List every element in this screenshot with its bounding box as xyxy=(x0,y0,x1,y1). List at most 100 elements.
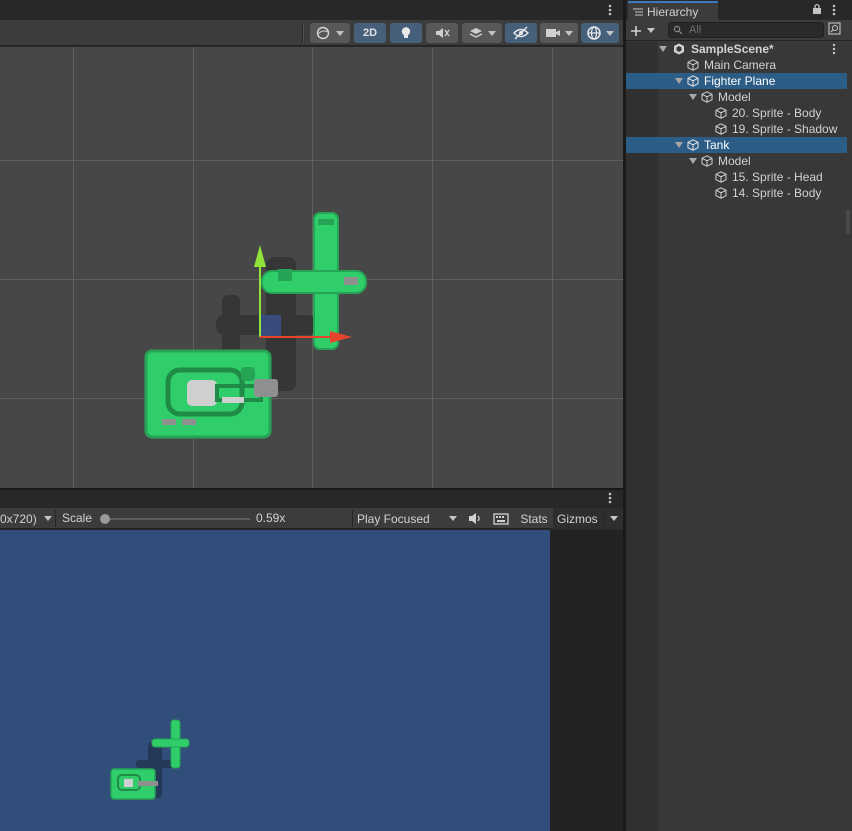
draw-mode-dropdown[interactable] xyxy=(310,23,350,43)
resolution-dropdown[interactable]: 0x720) xyxy=(0,508,54,529)
layers-icon xyxy=(469,28,483,38)
mute-audio-toggle[interactable] xyxy=(466,510,486,527)
gameobject-cube-icon xyxy=(687,59,699,71)
scale-slider[interactable] xyxy=(100,513,250,525)
play-mode-dropdown[interactable]: Play Focused xyxy=(353,508,463,529)
scene-toolbar: 2D xyxy=(0,20,623,46)
stats-toggle[interactable]: Stats xyxy=(516,508,552,529)
stats-label: Stats xyxy=(520,511,548,526)
scene-more-icon[interactable] xyxy=(831,43,837,55)
search-placeholder: All xyxy=(689,24,702,36)
scene-canvas[interactable] xyxy=(0,47,623,488)
chevron-down-icon xyxy=(647,28,655,33)
scale-label: Scale xyxy=(62,511,93,525)
game-render-view[interactable] xyxy=(0,530,550,831)
scene-viewport[interactable] xyxy=(0,47,623,488)
tank-sprite xyxy=(144,349,278,439)
chevron-down-icon xyxy=(488,30,496,36)
tree-item-label: 14. Sprite - Body xyxy=(732,186,822,200)
gameobject-cube-icon xyxy=(701,155,713,167)
tree-item-label: 15. Sprite - Head xyxy=(732,170,823,184)
scene-audio-toggle[interactable] xyxy=(426,23,458,43)
create-dropdown[interactable] xyxy=(630,22,660,39)
tree-item-label: SampleScene* xyxy=(691,42,774,56)
mode-2d-toggle[interactable]: 2D xyxy=(354,23,386,43)
hierarchy-toolbar: All xyxy=(626,20,852,41)
scene-grid xyxy=(0,47,623,488)
shortcuts-toggle[interactable] xyxy=(492,510,512,527)
tree-item-label: 19. Sprite - Shadow xyxy=(732,122,838,136)
scale-slider-thumb[interactable] xyxy=(100,514,110,524)
tree-item-label: 20. Sprite - Body xyxy=(732,106,822,120)
hierarchy-scrollbar[interactable] xyxy=(846,210,850,234)
toolbar-separator xyxy=(55,510,56,527)
gameobject-cube-icon xyxy=(715,123,727,135)
tree-item-sprite-body[interactable]: 14. Sprite - Body xyxy=(626,185,847,201)
gameobject-cube-icon xyxy=(715,187,727,199)
gizmos-label: Gizmos xyxy=(557,511,598,526)
unity-scene-icon xyxy=(674,43,684,55)
scene-tab-bar xyxy=(0,0,623,20)
tree-item-label: Model xyxy=(718,154,751,168)
search-by-type-button[interactable] xyxy=(828,22,842,38)
game-toolbar: 0x720) Scale 0.59x Play Focused Stats Gi… xyxy=(0,508,623,529)
gameobject-cube-icon xyxy=(701,91,713,103)
game-view-letterbox xyxy=(550,530,623,831)
eye-hidden-icon xyxy=(513,26,529,40)
hierarchy-search-field[interactable]: All xyxy=(668,22,824,38)
scene-visibility-toggle[interactable] xyxy=(505,23,537,43)
gameobject-cube-icon xyxy=(687,139,699,151)
chevron-down-icon xyxy=(610,516,618,521)
hierarchy-tab[interactable]: Hierarchy xyxy=(628,1,718,21)
scale-slider-track xyxy=(100,518,250,520)
scene-more-menu-icon[interactable] xyxy=(606,3,614,17)
fold-arrow-icon[interactable] xyxy=(689,94,697,100)
mode-2d-label: 2D xyxy=(362,27,378,39)
chevron-down-icon xyxy=(606,30,614,36)
scene-view-panel: 2D xyxy=(0,0,623,488)
shading-sphere-icon xyxy=(316,26,330,40)
scale-value: 0.59x xyxy=(256,511,286,525)
tree-item-fighter-plane[interactable]: Fighter Plane xyxy=(626,73,847,89)
tree-item-label: Fighter Plane xyxy=(704,74,776,88)
tree-item-tank[interactable]: Tank xyxy=(626,137,847,153)
fold-arrow-icon[interactable] xyxy=(675,142,683,148)
list-icon xyxy=(633,8,643,16)
tree-item-sprite-head[interactable]: 15. Sprite - Head xyxy=(626,169,847,185)
tree-item-sprite-body[interactable]: 20. Sprite - Body xyxy=(626,105,847,121)
game-more-menu-icon[interactable] xyxy=(606,491,614,505)
game-view-panel: 0x720) Scale 0.59x Play Focused Stats Gi… xyxy=(0,490,623,831)
tree-item-label: Tank xyxy=(704,138,730,152)
scene-effects-dropdown[interactable] xyxy=(462,23,502,43)
gizmo-globe-icon xyxy=(587,26,601,40)
scene-gizmos-dropdown[interactable] xyxy=(581,23,619,43)
hierarchy-more-menu-icon[interactable] xyxy=(830,3,838,17)
game-tank-sprite xyxy=(110,768,158,800)
keyboard-icon xyxy=(493,513,509,525)
scene-lighting-toggle[interactable] xyxy=(390,23,422,43)
fold-arrow-icon[interactable] xyxy=(689,158,697,164)
tree-item-scene[interactable]: SampleScene* xyxy=(626,41,847,57)
gizmos-dropdown[interactable]: Gizmos xyxy=(553,508,623,529)
gameobject-cube-icon xyxy=(715,171,727,183)
scene-camera-dropdown[interactable] xyxy=(540,23,578,43)
lock-icon[interactable] xyxy=(812,3,822,15)
plus-icon xyxy=(631,25,641,36)
game-canvas xyxy=(110,719,190,800)
toolbar-separator xyxy=(302,24,304,42)
chevron-down-icon xyxy=(336,30,344,36)
hierarchy-panel: Hierarchy All SampleScene* Main Camera F… xyxy=(625,0,852,831)
tree-item-label: Model xyxy=(718,90,751,104)
camera-icon xyxy=(546,29,560,37)
fold-arrow-icon[interactable] xyxy=(659,46,667,52)
chevron-down-icon xyxy=(43,516,52,521)
tree-item-sprite-shadow[interactable]: 19. Sprite - Shadow xyxy=(626,121,847,137)
tree-item-main-camera[interactable]: Main Camera xyxy=(626,57,847,73)
chevron-down-icon xyxy=(565,30,573,36)
chevron-down-icon xyxy=(448,516,457,521)
tree-item-model[interactable]: Model xyxy=(626,153,847,169)
fold-arrow-icon[interactable] xyxy=(675,78,683,84)
light-bulb-icon xyxy=(401,27,411,38)
tree-item-model[interactable]: Model xyxy=(626,89,847,105)
gameobject-cube-icon xyxy=(687,75,699,87)
